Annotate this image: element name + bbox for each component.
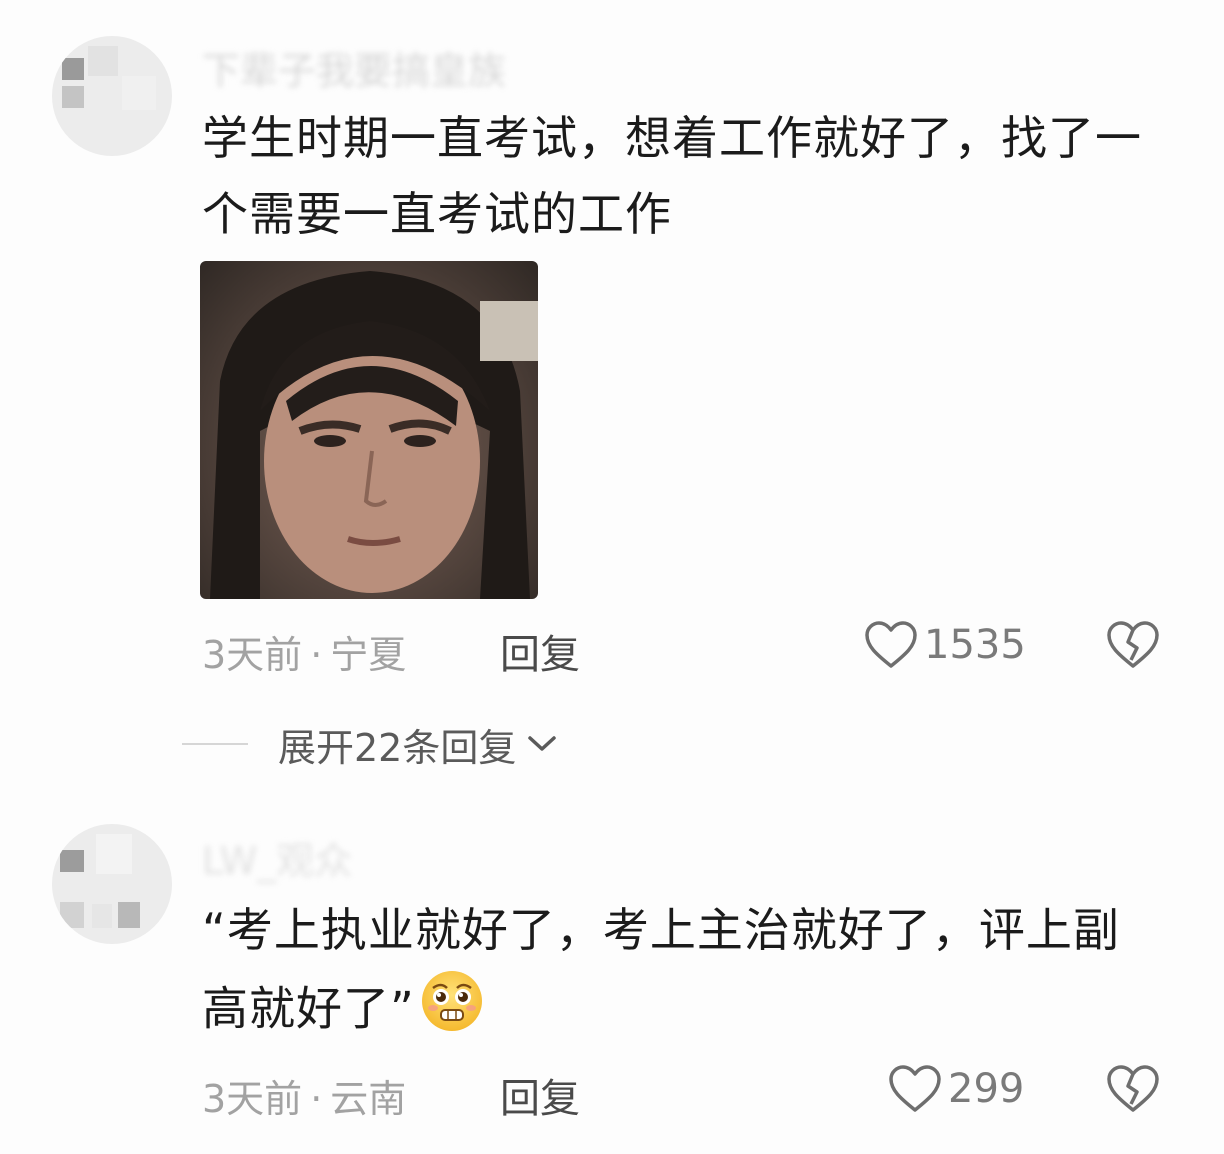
chevron-down-icon — [528, 736, 557, 751]
portrait-image — [210, 271, 538, 599]
username[interactable]: LW_观众 — [202, 830, 352, 885]
reply-button[interactable]: 回复 — [500, 622, 580, 680]
comment-meta: 3天前 · 云南 — [202, 1068, 406, 1123]
comment-item: LW_观众 “考上执业就好了，考上主治就好了，评上副高就好了” 3天前 · 云南… — [0, 812, 1224, 1154]
expand-replies-label: 展开22条回复 — [278, 725, 517, 770]
username[interactable]: 下辈子我要搞皇族 — [202, 40, 506, 95]
comment-item: 下辈子我要搞皇族 学生时期一直考试，想着工作就好了，找了一个需要一直考试的工作 … — [0, 0, 1224, 800]
avatar[interactable] — [52, 824, 172, 944]
comment-location: 宁夏 — [330, 633, 407, 677]
dislike-button[interactable] — [1106, 620, 1160, 674]
meta-separator: · — [310, 633, 323, 677]
heart-outline-icon — [865, 621, 917, 668]
pleading-face-emoji — [419, 968, 485, 1056]
like-button[interactable]: 1535 — [864, 620, 1026, 670]
comment-time: 3天前 — [202, 1077, 303, 1121]
comment-text: 学生时期一直考试，想着工作就好了，找了一个需要一直考试的工作 — [202, 111, 1142, 241]
expand-replies[interactable]: 展开22条回复 — [182, 716, 558, 772]
comment-text: “考上执业就好了，考上主治就好了，评上副高就好了” — [202, 892, 1162, 1056]
avatar[interactable] — [52, 36, 172, 156]
broken-heart-icon — [1107, 1065, 1159, 1112]
comment-time: 3天前 — [202, 633, 303, 677]
heart-outline-icon — [889, 1065, 941, 1112]
dislike-button[interactable] — [1106, 1064, 1160, 1118]
comment-image[interactable] — [200, 261, 538, 599]
reply-button[interactable]: 回复 — [500, 1066, 580, 1124]
like-count: 299 — [948, 1066, 1025, 1112]
comment-location: 云南 — [330, 1077, 407, 1121]
like-count: 1535 — [924, 622, 1026, 668]
like-button[interactable]: 299 — [888, 1064, 1024, 1114]
broken-heart-icon — [1107, 621, 1159, 668]
comment-meta: 3天前 · 宁夏 — [202, 624, 406, 679]
comment-text-content: “考上执业就好了，考上主治就好了，评上副高就好了” — [202, 903, 1120, 1036]
divider-line — [182, 743, 248, 745]
meta-separator: · — [310, 1077, 323, 1121]
